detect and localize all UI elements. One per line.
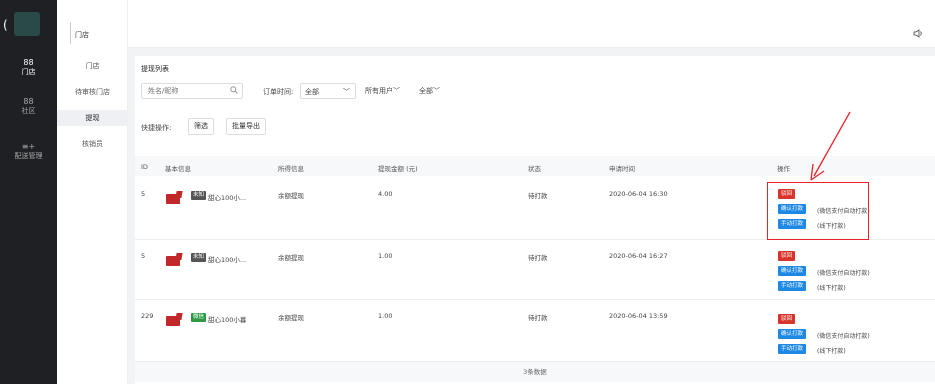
col-basic: 基本信息 bbox=[165, 165, 191, 173]
subnav-item-verifier[interactable]: 核销员 bbox=[57, 136, 128, 152]
col-amount: 提现金额 (元) bbox=[378, 165, 418, 173]
col-source: 所得信息 bbox=[278, 165, 304, 173]
avatar bbox=[166, 256, 180, 266]
quick-action-label: 快捷操作: bbox=[141, 124, 172, 132]
grid-icon: 88 bbox=[23, 97, 34, 106]
table-row: 229 微信 甜心100小暮 余额提现 1.00 待打款 2020-06-04 … bbox=[135, 300, 935, 362]
row-id: 229 bbox=[141, 312, 154, 320]
avatar bbox=[166, 194, 180, 204]
sidebar-item-label: 配送管理 bbox=[14, 152, 43, 160]
confirm-payment-button[interactable]: 确认打款 bbox=[778, 329, 807, 339]
chevron-down-icon: ﹀ bbox=[393, 87, 400, 95]
col-status: 状态 bbox=[528, 165, 541, 173]
panel-title: 提现列表 bbox=[141, 65, 169, 73]
time-cell: 2020-06-04 16:27 bbox=[609, 252, 668, 260]
chevron-down-icon: ﹀ bbox=[343, 88, 350, 96]
subnav-item-withdraw[interactable]: 提现 bbox=[57, 110, 128, 126]
subnav-item-store[interactable]: 门店 bbox=[57, 58, 128, 74]
sidebar: ( 88 门店 88 社区 ≡+ 配送管理 bbox=[0, 0, 57, 384]
order-time-value: 全部 bbox=[305, 88, 319, 96]
user-filter-value: 所有用户 bbox=[365, 87, 393, 95]
search-icon[interactable] bbox=[230, 86, 238, 96]
subnav-item-pending-stores[interactable]: 待审核门店 bbox=[57, 84, 128, 100]
status-filter-select[interactable]: 全部﹀ bbox=[415, 83, 444, 99]
annotation-arrow-icon bbox=[810, 111, 851, 181]
user-name: 甜心100小暮 bbox=[208, 316, 247, 324]
confirm-payment-button[interactable]: 确认打款 bbox=[778, 266, 807, 276]
user-name: 甜心100小... bbox=[208, 256, 247, 264]
avatar bbox=[166, 316, 180, 326]
time-cell: 2020-06-04 13:59 bbox=[609, 312, 668, 320]
sidebar-item-delivery[interactable]: ≡+ 配送管理 bbox=[0, 142, 57, 166]
volume-icon[interactable] bbox=[913, 29, 923, 41]
topbar bbox=[128, 0, 935, 48]
time-cell: 2020-06-04 16:30 bbox=[609, 190, 668, 198]
divider bbox=[70, 22, 71, 44]
annotation-highlight-box bbox=[767, 182, 869, 240]
filter-button[interactable]: 筛选 bbox=[188, 118, 214, 135]
sidebar-item-store[interactable]: 88 门店 bbox=[0, 58, 57, 82]
status-filter-value: 全部 bbox=[419, 87, 433, 95]
source-cell: 余额提现 bbox=[278, 192, 304, 200]
status-cell: 待打款 bbox=[528, 254, 548, 262]
source-cell: 余额提现 bbox=[278, 254, 304, 262]
order-time-label: 订单时间: bbox=[263, 88, 294, 96]
logo[interactable] bbox=[14, 12, 40, 36]
amount-cell: 1.00 bbox=[378, 312, 393, 320]
grid-icon: 88 bbox=[23, 58, 34, 67]
sidebar-item-community[interactable]: 88 社区 bbox=[0, 97, 57, 121]
user-type-tag: 未知 bbox=[191, 253, 207, 262]
list-add-icon: ≡+ bbox=[21, 142, 36, 151]
row-id: 5 bbox=[141, 190, 146, 198]
user-type-tag: 未知 bbox=[191, 191, 207, 200]
confirm-note: (微信支付自动打款) bbox=[817, 270, 870, 277]
amount-cell: 1.00 bbox=[378, 252, 393, 260]
user-name: 甜心100小... bbox=[208, 194, 247, 202]
sidebar-item-label: 门店 bbox=[21, 68, 36, 76]
row-id: 5 bbox=[141, 252, 146, 260]
col-id: ID bbox=[141, 163, 148, 171]
manual-note: (线下打款) bbox=[817, 285, 846, 292]
reject-button[interactable]: 驳回 bbox=[778, 251, 796, 261]
status-cell: 待打款 bbox=[528, 314, 548, 322]
batch-export-button[interactable]: 批量导出 bbox=[226, 118, 266, 135]
manual-note: (线下打款) bbox=[817, 348, 846, 355]
status-cell: 待打款 bbox=[528, 192, 548, 200]
user-type-tag: 微信 bbox=[191, 313, 207, 322]
confirm-note: (微信支付自动打款) bbox=[817, 333, 870, 340]
table-row: 5 未知 甜心100小... 余额提现 1.00 待打款 2020-06-04 … bbox=[135, 240, 935, 300]
manual-payment-button[interactable]: 手动打款 bbox=[778, 344, 807, 354]
amount-cell: 4.00 bbox=[378, 190, 393, 198]
col-time: 申请时间 bbox=[609, 165, 635, 173]
search-field[interactable] bbox=[141, 83, 243, 99]
source-cell: 余额提现 bbox=[278, 314, 304, 322]
user-filter-select[interactable]: 所有用户﹀ bbox=[361, 83, 404, 99]
search-input[interactable] bbox=[142, 84, 220, 98]
order-time-select[interactable]: 全部 ﹀ bbox=[300, 83, 356, 99]
logo-bracket: ( bbox=[3, 18, 8, 32]
chevron-down-icon: ﹀ bbox=[433, 87, 440, 95]
record-count: 3条数据 bbox=[135, 362, 935, 382]
manual-payment-button[interactable]: 手动打款 bbox=[778, 281, 807, 291]
reject-button[interactable]: 驳回 bbox=[778, 314, 796, 324]
sidebar-item-label: 社区 bbox=[21, 107, 36, 115]
section-title: 门店 bbox=[75, 31, 89, 39]
